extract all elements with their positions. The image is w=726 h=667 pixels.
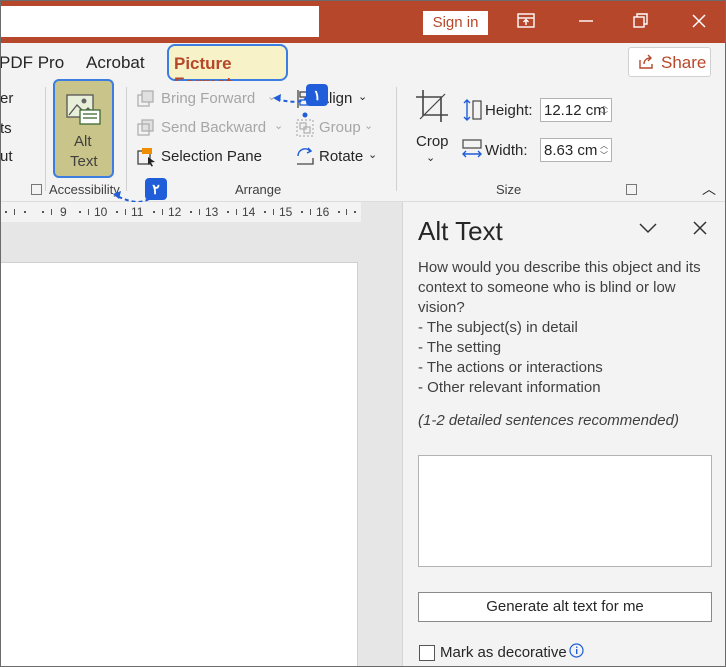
height-label: Height: bbox=[485, 102, 533, 119]
ruler-number: 13 bbox=[205, 205, 219, 219]
sign-in-button[interactable]: Sign in bbox=[423, 11, 488, 35]
annotation-badge-1: ١ bbox=[306, 84, 328, 106]
horizontal-ruler[interactable]: 9 10 11 12 13 14 15 16 bbox=[1, 202, 361, 222]
dialog-launcher-icon[interactable] bbox=[31, 184, 42, 195]
size-group-label: Size bbox=[496, 182, 522, 197]
width-value: 8.63 cm bbox=[544, 142, 598, 159]
pane-bullet: - The subject(s) in detail bbox=[418, 319, 578, 336]
ruler-number: 15 bbox=[279, 205, 293, 219]
spin-down-icon[interactable]: ﹀ bbox=[600, 150, 608, 161]
group-separator bbox=[126, 87, 127, 191]
send-backward-icon bbox=[137, 119, 154, 136]
group-separator bbox=[45, 87, 46, 191]
alt-text-line1: Alt bbox=[74, 133, 92, 150]
bring-forward-icon bbox=[137, 90, 154, 107]
mark-decorative-label: Mark as decorative bbox=[440, 644, 567, 661]
alt-text-button[interactable]: Alt Text bbox=[53, 79, 114, 178]
info-icon[interactable] bbox=[569, 643, 584, 658]
width-input[interactable]: 8.63 cm ︿ ﹀ bbox=[540, 138, 612, 162]
minimize-icon[interactable] bbox=[574, 9, 598, 33]
group-separator bbox=[396, 87, 397, 191]
chevron-down-icon[interactable]: ⌄ bbox=[358, 90, 367, 103]
spin-down-icon[interactable]: ﹀ bbox=[600, 110, 608, 121]
ribbon: er ts ut Alt Text Accessibility ٢ Bring … bbox=[1, 79, 725, 214]
chevron-down-icon[interactable]: ⌄ bbox=[364, 119, 373, 132]
height-value: 12.12 cm bbox=[544, 102, 606, 119]
ribbon-tabs: PDF Pro Acrobat Picture Format Share bbox=[1, 43, 725, 93]
close-pane-icon[interactable] bbox=[692, 220, 708, 236]
crop-icon bbox=[416, 90, 448, 122]
group-button[interactable]: Group bbox=[319, 119, 361, 136]
rotate-button[interactable]: Rotate bbox=[319, 148, 363, 165]
generate-alt-text-button[interactable]: Generate alt text for me bbox=[418, 592, 712, 622]
ruler-number: 12 bbox=[168, 205, 182, 219]
ruler-number: 11 bbox=[131, 205, 144, 219]
share-button[interactable]: Share bbox=[628, 47, 711, 77]
send-backward-button[interactable]: Send Backward bbox=[161, 119, 266, 136]
share-label: Share bbox=[661, 53, 707, 72]
pane-bullet: - The setting bbox=[418, 339, 502, 356]
mark-decorative-checkbox[interactable] bbox=[419, 645, 435, 661]
chevron-down-icon[interactable]: ⌄ bbox=[368, 148, 377, 161]
document-area bbox=[1, 222, 402, 666]
powerpoint-window: Sign in PDF Pro Acrobat Picture Format S… bbox=[0, 0, 726, 667]
alt-text-line2: Text bbox=[70, 153, 98, 170]
pane-bullet: - Other relevant information bbox=[418, 379, 601, 396]
tab-pdf-pro[interactable]: PDF Pro bbox=[1, 53, 64, 73]
document-page[interactable] bbox=[1, 262, 358, 666]
annotation-arrow-1 bbox=[273, 94, 308, 118]
pane-title: Alt Text bbox=[418, 216, 503, 246]
tab-picture-format[interactable]: Picture Format bbox=[167, 44, 288, 93]
tab-acrobat[interactable]: Acrobat bbox=[86, 53, 145, 73]
restore-icon[interactable] bbox=[629, 9, 653, 33]
pane-options-chevron-icon[interactable] bbox=[639, 222, 657, 234]
ribbon-display-icon[interactable] bbox=[514, 9, 538, 33]
height-input[interactable]: 12.12 cm ︿ ﹀ bbox=[540, 98, 612, 122]
share-icon bbox=[639, 54, 653, 69]
partial-command-1[interactable]: er bbox=[1, 90, 13, 107]
ruler-number: 9 bbox=[60, 205, 67, 219]
alt-text-icon bbox=[66, 94, 101, 125]
pane-bullet: - The actions or interactions bbox=[418, 359, 603, 376]
chevron-down-icon[interactable]: ⌄ bbox=[426, 151, 435, 164]
annotation-badge-2: ٢ bbox=[145, 178, 167, 200]
dialog-launcher-icon[interactable] bbox=[626, 184, 637, 195]
search-box[interactable] bbox=[1, 6, 319, 37]
group-icon bbox=[296, 119, 314, 137]
alt-text-pane: Alt Text How would you describe this obj… bbox=[402, 202, 725, 666]
height-icon bbox=[463, 99, 482, 121]
title-bar: Sign in bbox=[1, 1, 725, 43]
selection-pane-button[interactable]: Selection Pane bbox=[161, 148, 262, 165]
collapse-ribbon-icon[interactable]: ︿ bbox=[702, 179, 716, 199]
selection-pane-icon bbox=[137, 148, 155, 167]
ruler-number: 10 bbox=[94, 205, 108, 219]
pane-description: How would you describe this object and i… bbox=[418, 259, 701, 316]
pane-instructions: How would you describe this object and i… bbox=[418, 258, 718, 398]
close-window-icon[interactable] bbox=[687, 9, 711, 33]
crop-button[interactable]: Crop bbox=[416, 133, 449, 150]
alt-text-input[interactable] bbox=[418, 455, 712, 567]
pane-note: (1-2 detailed sentences recommended) bbox=[418, 412, 679, 429]
arrange-group-label: Arrange bbox=[235, 182, 282, 197]
width-icon bbox=[462, 139, 482, 158]
ruler-number: 14 bbox=[242, 205, 256, 219]
partial-command-3[interactable]: ut bbox=[1, 148, 13, 165]
bring-forward-button[interactable]: Bring Forward bbox=[161, 90, 255, 107]
rotate-icon bbox=[297, 147, 314, 165]
ruler-number: 16 bbox=[316, 205, 330, 219]
partial-command-2[interactable]: ts bbox=[1, 120, 12, 137]
width-label: Width: bbox=[485, 142, 528, 159]
